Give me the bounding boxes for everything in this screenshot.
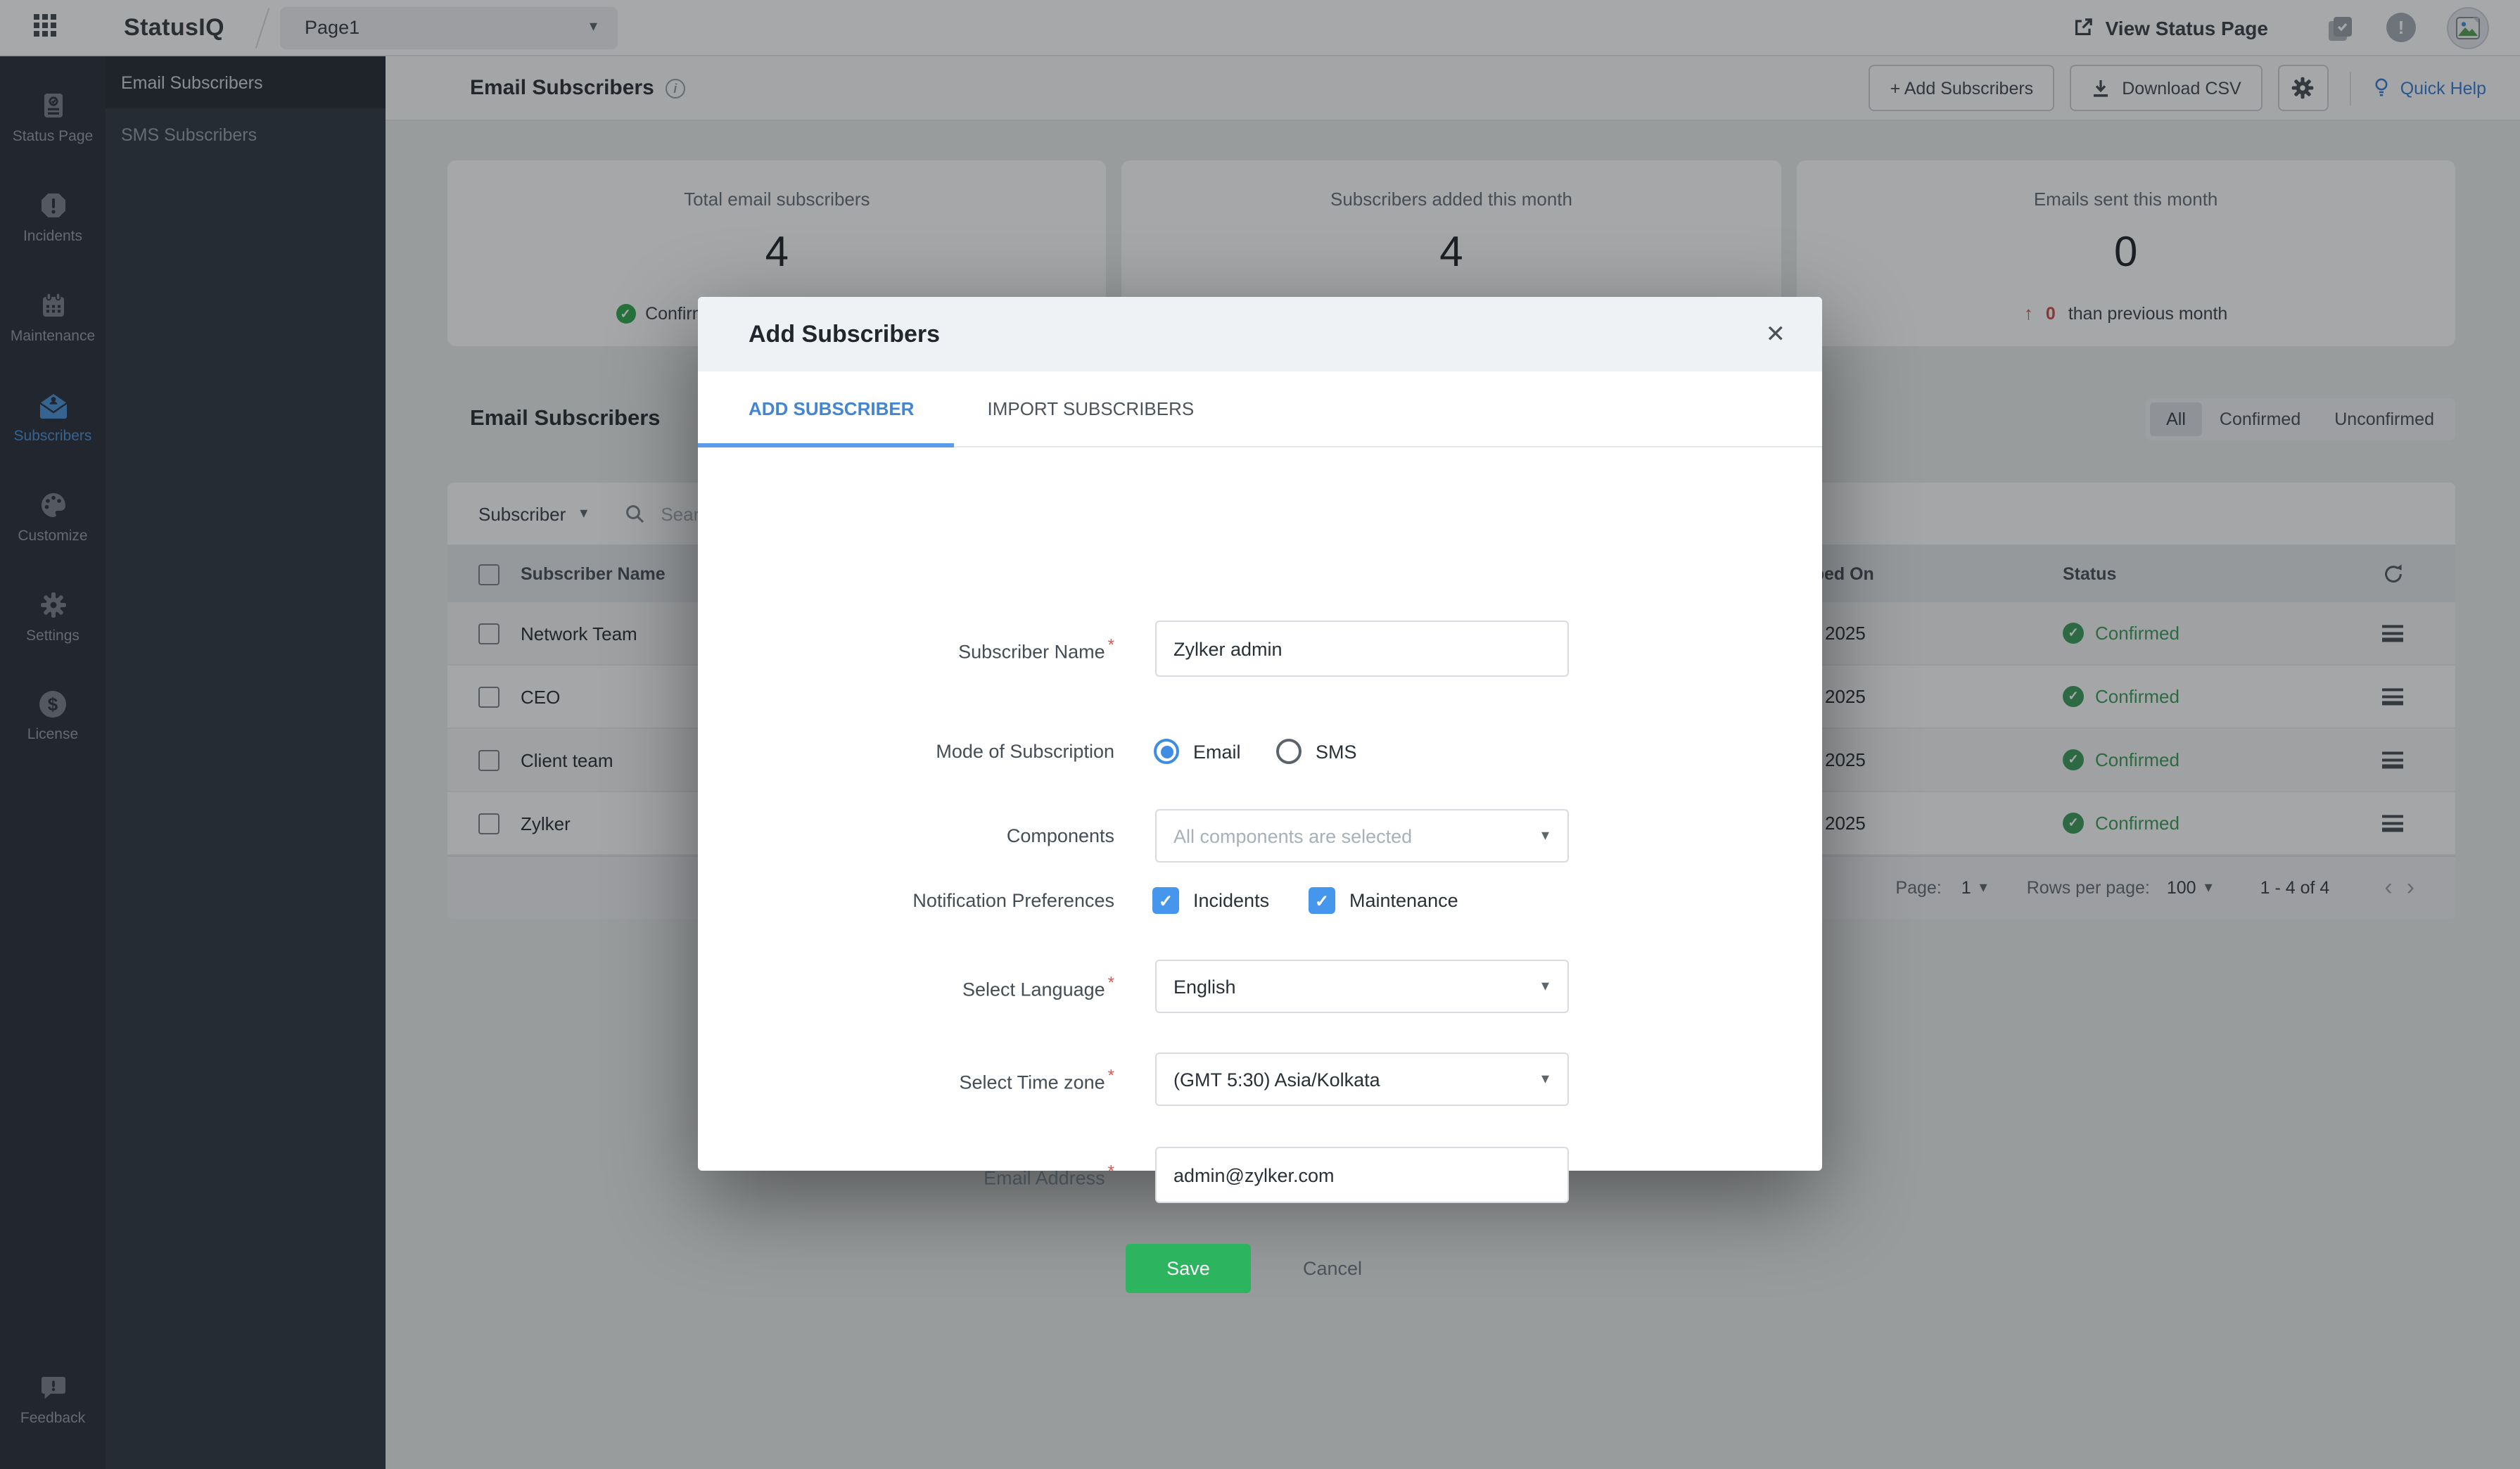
notification-preferences-label: Notification Preferences: [698, 890, 1114, 911]
tab-import-subscribers[interactable]: IMPORT SUBSCRIBERS: [959, 371, 1222, 446]
timezone-select[interactable]: (GMT 5:30) Asia/Kolkata ▾: [1155, 1053, 1569, 1106]
timezone-value: (GMT 5:30) Asia/Kolkata: [1173, 1069, 1541, 1090]
radio-sms-label: SMS: [1316, 741, 1357, 762]
maintenance-checkbox-group: ✓ Maintenance: [1309, 887, 1458, 914]
radio-email[interactable]: [1154, 739, 1179, 764]
maintenance-checkbox[interactable]: ✓: [1309, 887, 1335, 914]
close-icon[interactable]: ✕: [1766, 322, 1786, 346]
save-button[interactable]: Save: [1126, 1244, 1251, 1293]
select-timezone-label: Select Time zone*: [698, 1066, 1114, 1093]
chevron-down-icon: ▾: [1541, 828, 1549, 844]
add-subscribers-modal: Add Subscribers ✕ ADD SUBSCRIBER IMPORT …: [698, 297, 1822, 1171]
modal-body: Subscriber Name* Mode of Subscription Em…: [698, 447, 1822, 1171]
required-marker: *: [1108, 973, 1114, 993]
chevron-down-icon: ▾: [1541, 979, 1549, 994]
statusiq-app: StatusIQ Page1 ▾ View Status Page !: [0, 0, 2520, 1469]
modal-header: Add Subscribers ✕: [698, 297, 1822, 371]
mode-of-subscription-label: Mode of Subscription: [698, 741, 1114, 762]
radio-sms[interactable]: [1276, 739, 1302, 764]
components-placeholder: All components are selected: [1173, 825, 1541, 846]
mode-radio-group-sms: SMS: [1276, 739, 1357, 764]
maintenance-checkbox-label: Maintenance: [1349, 890, 1458, 911]
cancel-button[interactable]: Cancel: [1303, 1244, 1362, 1293]
radio-email-label: Email: [1193, 741, 1241, 762]
language-value: English: [1173, 976, 1541, 997]
required-marker: *: [1108, 635, 1114, 655]
modal-tabs: ADD SUBSCRIBER IMPORT SUBSCRIBERS: [698, 371, 1822, 447]
incidents-checkbox-label: Incidents: [1193, 890, 1269, 911]
select-language-label: Select Language*: [698, 973, 1114, 1000]
subscriber-name-label: Subscriber Name*: [698, 635, 1114, 663]
incidents-checkbox[interactable]: ✓: [1152, 887, 1179, 914]
subscriber-name-input[interactable]: [1155, 621, 1569, 677]
email-address-input[interactable]: [1155, 1147, 1569, 1203]
components-label: Components: [698, 825, 1114, 846]
required-marker: *: [1108, 1066, 1114, 1086]
mode-radio-group: Email: [1154, 739, 1241, 764]
chevron-down-icon: ▾: [1541, 1071, 1549, 1087]
incidents-checkbox-group: ✓ Incidents: [1152, 887, 1269, 914]
components-select[interactable]: All components are selected ▾: [1155, 809, 1569, 863]
email-address-label: Email Address*: [698, 1162, 1114, 1189]
language-select[interactable]: English ▾: [1155, 960, 1569, 1013]
tab-add-subscriber[interactable]: ADD SUBSCRIBER: [698, 371, 953, 446]
modal-title: Add Subscribers: [749, 320, 940, 348]
required-marker: *: [1108, 1162, 1114, 1181]
